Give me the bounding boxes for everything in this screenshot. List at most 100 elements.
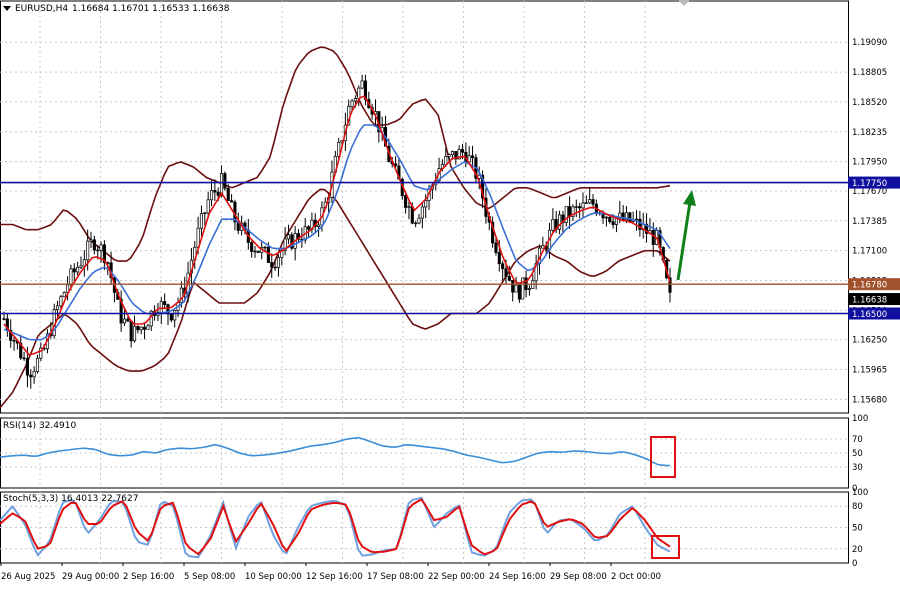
price-tick-label: 1.15680	[852, 395, 887, 405]
candle-body	[404, 195, 408, 208]
candle-body	[96, 249, 100, 252]
candle-body	[444, 156, 448, 165]
candle-body	[253, 250, 257, 253]
candle-body	[407, 206, 411, 208]
candle-body	[230, 200, 234, 203]
candle-body	[82, 259, 86, 267]
candle-body	[273, 266, 277, 269]
time-label: 17 Sep 08:00	[367, 572, 424, 582]
candle-body	[35, 357, 40, 372]
level-price-label: 1.17750	[852, 179, 887, 189]
time-axis: 26 Aug 2025 29 Aug 00:00 2 Sep 16:00 5 Sep …	[0, 563, 661, 582]
candle-body	[307, 226, 311, 230]
stoch-tick-label: 0	[852, 559, 857, 569]
candle-body	[417, 217, 421, 224]
candle-body	[223, 173, 227, 189]
candle-body	[651, 230, 655, 245]
candle-body	[250, 242, 254, 252]
candle-body	[541, 245, 545, 249]
candle-body	[514, 284, 518, 293]
symbol-triangle-icon[interactable]	[3, 6, 11, 11]
candle-body	[2, 318, 6, 320]
time-label: 22 Sep 00:00	[428, 572, 485, 582]
time-label: 24 Sep 16:00	[489, 572, 546, 582]
price-tick-label: 1.17950	[852, 158, 887, 168]
candle-body	[591, 199, 595, 205]
candle-body	[494, 242, 498, 253]
price-tick-label: 1.17385	[852, 217, 887, 227]
candle-body	[317, 224, 321, 227]
stoch-tick-label: 80	[852, 502, 863, 512]
rsi-tick-label: 100	[852, 414, 868, 424]
price-candles	[2, 74, 672, 389]
candle-body	[497, 252, 501, 265]
candle-body	[276, 256, 280, 268]
candle-body	[199, 213, 204, 229]
moving-averages	[3, 95, 671, 356]
trading-chart[interactable]: 1.19090 1.18805 1.18520 1.18235 1.17950 1.176…	[0, 0, 900, 586]
chart-svg[interactable]: 1.190901.188051.185201.182351.179501.176…	[0, 0, 900, 586]
candle-body	[551, 219, 555, 231]
time-label: 29 Sep 08:00	[550, 572, 607, 582]
symbol-label: EURUSD,H4	[15, 4, 68, 14]
candle-body	[216, 191, 220, 196]
candle-body	[25, 358, 29, 376]
candle-body	[76, 266, 80, 273]
candle-body	[59, 296, 63, 307]
candle-body	[266, 246, 270, 263]
candle-body	[256, 250, 260, 253]
candle-body	[226, 187, 230, 202]
candle-body	[209, 190, 214, 201]
candle-body	[206, 199, 210, 214]
price-tick-label: 1.15965	[852, 366, 887, 376]
candle-body	[286, 234, 291, 240]
candle-body	[263, 246, 267, 249]
trend-arrow-line	[676, 201, 692, 281]
candle-body	[32, 371, 36, 378]
candle-body	[584, 202, 588, 204]
price-axis: 1.190901.188051.185201.182351.179501.176…	[848, 38, 900, 569]
rsi-line	[0, 436, 671, 467]
candle-body	[89, 239, 93, 242]
price-tick-label: 1.18805	[852, 68, 887, 78]
candle-body	[92, 239, 96, 251]
candle-body	[132, 325, 137, 342]
candle-body	[558, 214, 562, 230]
scroll-marker-icon[interactable]	[678, 0, 690, 6]
candle-body	[62, 291, 66, 298]
candle-body	[360, 80, 364, 89]
candle-body	[79, 265, 83, 268]
time-label: 26 Aug 2025	[1, 572, 55, 582]
candle-body	[146, 325, 150, 330]
price-tick-label: 1.18520	[852, 98, 887, 108]
rsi-tick-label: 30	[852, 463, 863, 473]
stoch-tick-label: 20	[852, 545, 863, 555]
candle-body	[581, 202, 585, 209]
stoch-tick-label: 50	[852, 524, 863, 534]
trend-arrow-icon	[683, 190, 696, 206]
rsi-tick-label: 50	[852, 449, 863, 459]
price-tick-label: 1.17100	[852, 247, 887, 257]
time-label: 2 Sep 16:00	[123, 572, 174, 582]
candle-body	[447, 154, 451, 157]
candle-body	[173, 310, 177, 321]
candle-body	[450, 151, 455, 156]
candle-body	[29, 374, 33, 378]
time-label: 12 Sep 16:00	[306, 572, 363, 582]
candle-body	[99, 244, 103, 251]
current-price-label: 1.16638	[852, 296, 887, 306]
candle-body	[527, 288, 531, 291]
candle-body	[203, 212, 207, 215]
candle-body	[163, 301, 167, 305]
level-price-label: 1.16780	[852, 281, 887, 291]
candle-body	[634, 218, 639, 221]
candle-body	[350, 100, 354, 107]
candle-body	[420, 206, 424, 219]
time-label: 5 Sep 08:00	[184, 572, 235, 582]
candle-body	[511, 279, 515, 293]
candle-body	[470, 155, 475, 158]
candle-body	[22, 357, 26, 360]
candle-body	[136, 325, 140, 331]
rsi-tick-label: 70	[852, 435, 863, 445]
candle-body	[517, 284, 521, 300]
